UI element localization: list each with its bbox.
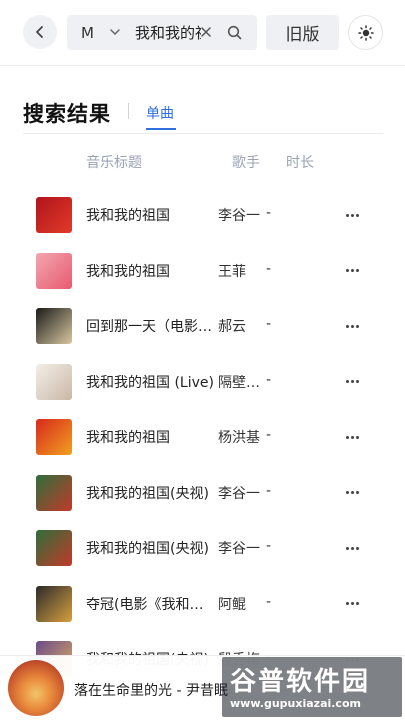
more-options-icon[interactable]	[343, 262, 361, 280]
title-divider	[128, 103, 129, 119]
top-bar: M 我和我的祖国 旧版	[0, 0, 405, 66]
song-title[interactable]: 我和我的祖国(央视)	[86, 538, 214, 558]
column-header-duration[interactable]: 时长	[286, 152, 314, 172]
song-title[interactable]: 我和我的祖国(央视)	[86, 483, 214, 503]
more-options-icon[interactable]	[343, 595, 361, 613]
theme-toggle-button[interactable]	[348, 15, 383, 50]
song-cover[interactable]	[36, 585, 72, 622]
column-header-artist[interactable]: 歌手	[232, 152, 260, 172]
watermark-title: 谷普软件园	[230, 667, 371, 697]
song-duration: -	[266, 371, 272, 388]
search-scope-select[interactable]: M	[81, 15, 94, 50]
song-duration: -	[266, 260, 272, 277]
song-title[interactable]: 夺冠(电影《我和我的祖国》	[86, 594, 214, 614]
song-artist[interactable]: 郝云	[218, 316, 264, 336]
song-row[interactable]: 回到那一天（电影《我和我的祖国》郝云-	[0, 299, 405, 354]
song-title[interactable]: 我和我的祖国 (Live)	[86, 372, 214, 392]
song-row[interactable]: 我和我的祖国 王菲 -	[0, 244, 405, 299]
sun-icon	[357, 24, 374, 41]
active-tab-indicator	[146, 128, 176, 130]
song-cover[interactable]	[36, 419, 72, 455]
song-title[interactable]: 我和我的祖国	[86, 205, 214, 225]
page-title: 搜索结果	[23, 102, 111, 126]
song-artist[interactable]: 杨洪基	[218, 427, 264, 447]
more-options-icon[interactable]	[343, 539, 361, 557]
song-duration: -	[266, 316, 272, 332]
search-icon[interactable]	[227, 25, 242, 40]
song-row[interactable]: 我和我的祖国 杨洪基 -	[0, 410, 405, 465]
song-duration: -	[266, 482, 272, 499]
song-title[interactable]: 回到那一天（电影《我和我的祖国》	[86, 316, 214, 336]
more-options-icon[interactable]	[343, 484, 361, 502]
back-button[interactable]	[23, 15, 57, 49]
song-row[interactable]: 我和我的祖国(央视) 李谷一 -	[0, 466, 405, 521]
song-artist[interactable]: 阿鲲	[218, 594, 264, 614]
song-artist[interactable]: 隔壁老樊	[218, 372, 264, 392]
song-cover[interactable]	[36, 363, 72, 400]
song-duration: -	[266, 538, 272, 554]
search-scope-label: M	[81, 23, 94, 42]
song-title[interactable]: 我和我的祖国	[86, 427, 214, 447]
header-divider	[23, 133, 383, 134]
old-version-button[interactable]: 旧版	[266, 15, 339, 50]
song-duration: -	[266, 427, 272, 443]
song-row[interactable]: 我和我的祖国(央视) 李谷一 -	[0, 521, 405, 576]
song-artist[interactable]: 李谷一	[218, 538, 264, 558]
more-options-icon[interactable]	[343, 206, 361, 224]
watermark-logo: 谷普软件园 www.gupuxiazai.com	[222, 657, 402, 717]
song-title[interactable]: 我和我的祖国	[86, 261, 214, 281]
song-row[interactable]: 我和我的祖国 李谷一 -	[0, 188, 405, 243]
column-header-title[interactable]: 音乐标题	[86, 152, 142, 172]
song-artist[interactable]: 李谷一	[218, 483, 264, 503]
song-cover[interactable]	[36, 474, 72, 511]
search-box: M 我和我的祖国	[67, 15, 257, 50]
song-row[interactable]: 夺冠(电影《我和我的祖国》阿鲲-	[0, 577, 405, 632]
song-cover[interactable]	[36, 530, 72, 566]
clear-icon[interactable]	[200, 26, 212, 38]
chevron-down-icon[interactable]	[109, 27, 121, 37]
now-playing-cover[interactable]	[8, 660, 64, 716]
song-artist[interactable]: 李谷一	[218, 205, 264, 225]
search-input[interactable]: 我和我的祖国	[135, 15, 201, 50]
song-artist[interactable]: 王菲	[218, 261, 264, 281]
song-cover[interactable]	[36, 197, 72, 233]
song-duration: -	[266, 205, 272, 221]
tab-songs[interactable]: 单曲	[146, 103, 174, 123]
watermark-url: www.gupuxiazai.com	[230, 697, 361, 710]
more-options-icon[interactable]	[343, 317, 361, 335]
song-row[interactable]: 我和我的祖国 (Live)隔壁老樊-	[0, 355, 405, 410]
more-options-icon[interactable]	[343, 428, 361, 446]
song-duration: -	[266, 593, 272, 610]
song-cover[interactable]	[36, 252, 72, 289]
song-cover[interactable]	[36, 308, 72, 344]
chevron-left-icon	[36, 26, 43, 38]
more-options-icon[interactable]	[343, 373, 361, 391]
